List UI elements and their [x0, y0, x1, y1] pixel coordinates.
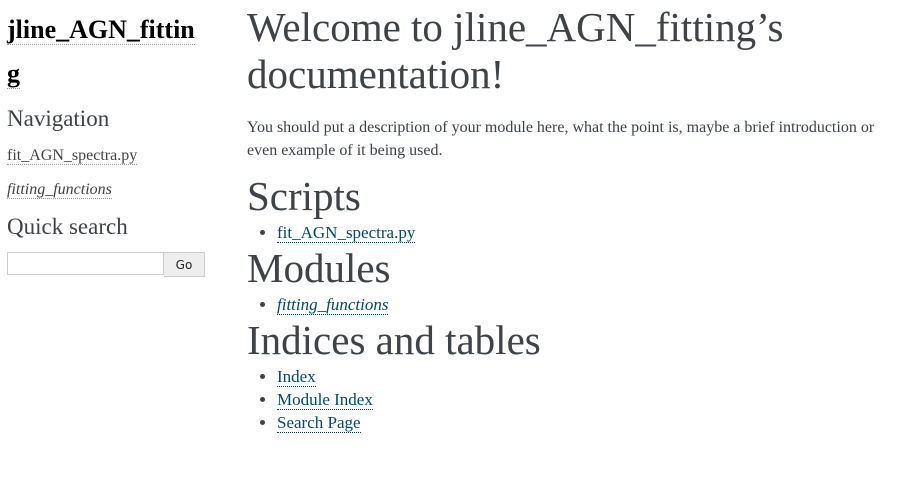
navigation-heading: Navigation	[7, 106, 110, 131]
nav-link-fit-agn-spectra[interactable]: fit_AGN_spectra.py	[7, 147, 138, 165]
link-module-index[interactable]: Module Index	[277, 390, 373, 410]
page-title: Welcome to jline_AGN_fitting’s documenta…	[247, 4, 784, 97]
list-item: fit_AGN_spectra.py	[277, 221, 900, 244]
quick-search-heading: Quick search	[7, 214, 128, 239]
project-title: jline_AGN_fitting	[7, 8, 207, 96]
list-item: Module Index	[277, 388, 900, 411]
sidebar: jline_AGN_fitting Navigation fit_AGN_spe…	[7, 8, 207, 277]
section-heading-modules: Modules	[247, 245, 391, 291]
link-index[interactable]: Index	[277, 367, 316, 387]
indices-list: Index Module Index Search Page	[247, 365, 900, 434]
search-form: Go	[7, 252, 207, 277]
nav-item-fit-agn-spectra: fit_AGN_spectra.py	[7, 146, 207, 166]
project-title-link[interactable]: jline_AGN_fitting	[7, 15, 195, 89]
section-heading-scripts: Scripts	[247, 173, 361, 219]
list-item: Index	[277, 365, 900, 388]
scripts-list: fit_AGN_spectra.py	[247, 221, 900, 244]
link-fitting-functions[interactable]: fitting_functions	[277, 295, 389, 315]
search-go-button[interactable]: Go	[164, 252, 205, 277]
main-content: Welcome to jline_AGN_fitting’s documenta…	[247, 0, 900, 434]
nav-item-fitting-functions: fitting_functions	[7, 180, 207, 200]
link-fit-agn-spectra[interactable]: fit_AGN_spectra.py	[277, 223, 416, 243]
section-heading-indices: Indices and tables	[247, 317, 541, 363]
modules-list: fitting_functions	[247, 293, 900, 316]
list-item: Search Page	[277, 411, 900, 434]
navigation-list: fit_AGN_spectra.py fitting_functions	[7, 146, 207, 200]
link-search-page[interactable]: Search Page	[277, 413, 361, 433]
search-input[interactable]	[7, 252, 164, 275]
nav-link-fitting-functions[interactable]: fitting_functions	[7, 181, 112, 199]
intro-paragraph: You should put a description of your mod…	[247, 119, 875, 159]
list-item: fitting_functions	[277, 293, 900, 316]
